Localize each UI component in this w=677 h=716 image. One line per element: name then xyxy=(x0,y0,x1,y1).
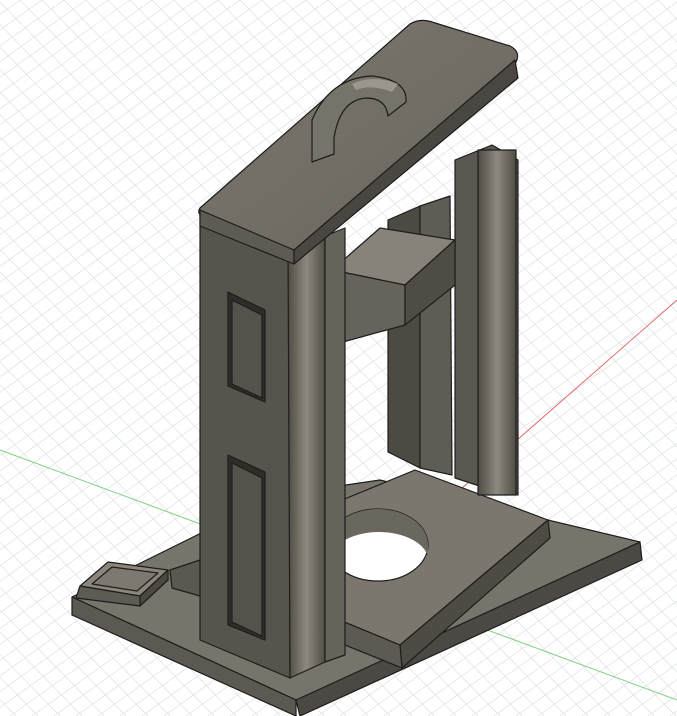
grid-line xyxy=(569,0,677,110)
upper-window-inner xyxy=(231,299,263,399)
grid-line xyxy=(0,0,65,47)
cad-viewport[interactable] xyxy=(0,0,677,716)
viewport-canvas[interactable] xyxy=(0,0,677,716)
grid-line xyxy=(669,710,677,716)
grid-line xyxy=(0,0,21,15)
left-pillar-front-column[interactable] xyxy=(287,235,326,679)
lower-window-inner xyxy=(231,462,263,637)
grid-line xyxy=(0,654,61,716)
grid-line xyxy=(547,0,677,133)
grid-line xyxy=(657,0,677,20)
left-pillar-inner-face[interactable] xyxy=(324,227,346,663)
grid-line xyxy=(613,0,677,65)
3d-model[interactable] xyxy=(71,19,643,716)
front-right-column-round[interactable] xyxy=(477,149,517,496)
